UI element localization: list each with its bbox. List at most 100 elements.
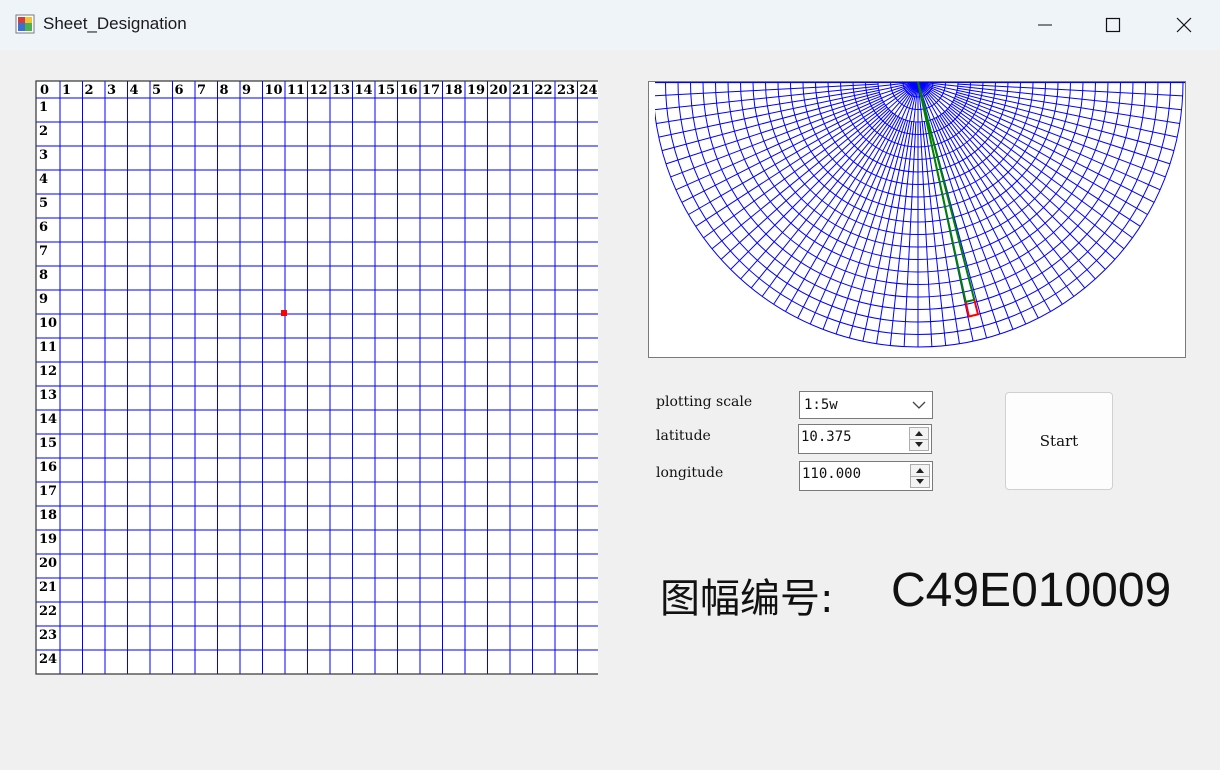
sheet-grid-panel: 0 1 2 3 4 5 6 7 8 9 10 11 12 13 14 15 16 17 18 19 20 21 22 23 24… [35, 80, 601, 686]
column-label: 24 [580, 83, 598, 98]
arrow-down-icon [916, 479, 924, 484]
scale-label: plotting scale [656, 394, 753, 410]
map-meridian [661, 91, 880, 152]
latitude-input[interactable]: 10.375 [798, 424, 932, 454]
map-meridian [730, 109, 891, 270]
chevron-down-icon [912, 401, 926, 409]
longitude-input[interactable]: 110.000 [799, 461, 933, 491]
selected-zone-strip [917, 81, 976, 304]
map-meridian [917, 82, 1182, 111]
row-label: 1 [39, 100, 48, 115]
scale-select[interactable]: 1:5w [799, 391, 933, 419]
arrow-up-icon [916, 468, 924, 473]
latitude-label: latitude [656, 428, 711, 444]
map-meridian [917, 82, 1051, 312]
column-label: 21 [512, 83, 530, 98]
row-label: 22 [39, 604, 57, 619]
longitude-label: longitude [656, 465, 724, 481]
column-label: 17 [422, 83, 440, 98]
map-meridian [945, 109, 1106, 270]
map-meridian [889, 82, 919, 346]
row-label: 13 [39, 388, 57, 403]
row-label: 11 [39, 340, 57, 355]
projection-map [655, 75, 1185, 348]
minimize-icon [1038, 24, 1052, 26]
column-label: 16 [400, 83, 418, 98]
column-label: 9 [242, 83, 251, 98]
row-label: 20 [39, 556, 57, 571]
title-bar: Sheet_Designation [0, 0, 1220, 50]
column-label: 11 [287, 83, 305, 98]
sheet-number-label: 图幅编号: [660, 576, 834, 622]
column-label: 7 [197, 83, 206, 98]
column-label: 1 [62, 83, 71, 98]
longitude-spinner[interactable] [910, 464, 930, 488]
scale-value: 1:5w [804, 397, 838, 413]
row-label: 8 [39, 268, 48, 283]
row-label: 2 [39, 124, 48, 139]
column-label: 2 [85, 83, 94, 98]
column-label: 20 [490, 83, 508, 98]
row-label: 3 [39, 148, 48, 163]
column-label: 8 [220, 83, 229, 98]
sheet-grid[interactable]: 0 1 2 3 4 5 6 7 8 9 10 11 12 13 14 15 16 17 18 19 20 21 22 23 24… [35, 80, 601, 682]
longitude-down-button[interactable] [911, 476, 929, 487]
column-label: 4 [130, 83, 139, 98]
column-label: 14 [355, 83, 373, 98]
row-label: 9 [39, 292, 48, 307]
latitude-down-button[interactable] [910, 439, 928, 450]
row-label: 19 [39, 532, 57, 547]
row-label: 10 [39, 316, 57, 331]
close-button[interactable] [1149, 0, 1219, 50]
column-label: 13 [332, 83, 350, 98]
map-meridian [658, 82, 919, 138]
map-meridian [688, 82, 919, 215]
row-label: 15 [39, 436, 57, 451]
column-label: 15 [377, 83, 395, 98]
map-meridian [785, 82, 919, 312]
map-meridian [655, 82, 919, 111]
app-icon [15, 14, 35, 34]
row-label: 4 [39, 172, 48, 187]
map-graticule [655, 82, 1184, 348]
map-meridian [917, 82, 1178, 138]
column-label: 6 [175, 83, 184, 98]
column-label: 18 [445, 83, 463, 98]
map-meridian [917, 82, 1148, 215]
row-label: 23 [39, 628, 57, 643]
row-label: 14 [39, 412, 57, 427]
selected-sheet-marker [281, 310, 287, 316]
minimize-button[interactable] [1010, 0, 1080, 50]
map-meridian [956, 91, 1175, 152]
column-label: 12 [310, 83, 328, 98]
map-meridian [917, 82, 947, 346]
arrow-down-icon [915, 442, 923, 447]
maximize-icon [1105, 17, 1121, 33]
row-label: 18 [39, 508, 57, 523]
column-label: 0 [40, 83, 49, 98]
longitude-value: 110.000 [802, 466, 862, 482]
row-label: 16 [39, 460, 57, 475]
column-label: 3 [107, 83, 116, 98]
map-meridian [848, 120, 909, 339]
sheet-number-value: C49E010009 [891, 564, 1172, 617]
column-label: 19 [467, 83, 485, 98]
column-label: 5 [152, 83, 161, 98]
column-label: 10 [265, 83, 283, 98]
row-label: 7 [39, 244, 48, 259]
column-label: 23 [557, 83, 575, 98]
maximize-button[interactable] [1078, 0, 1148, 50]
projection-map-panel [648, 75, 1186, 358]
row-label: 17 [39, 484, 57, 499]
row-label: 21 [39, 580, 57, 595]
row-label: 5 [39, 196, 48, 211]
column-label: 22 [535, 83, 553, 98]
window-title: Sheet_Designation [43, 14, 187, 33]
start-button[interactable]: Start [1005, 392, 1113, 490]
map-meridian [862, 82, 919, 342]
arrow-up-icon [915, 431, 923, 436]
row-label: 12 [39, 364, 57, 379]
latitude-spinner[interactable] [909, 427, 929, 451]
latitude-value: 10.375 [801, 429, 852, 445]
close-icon [1176, 17, 1192, 33]
